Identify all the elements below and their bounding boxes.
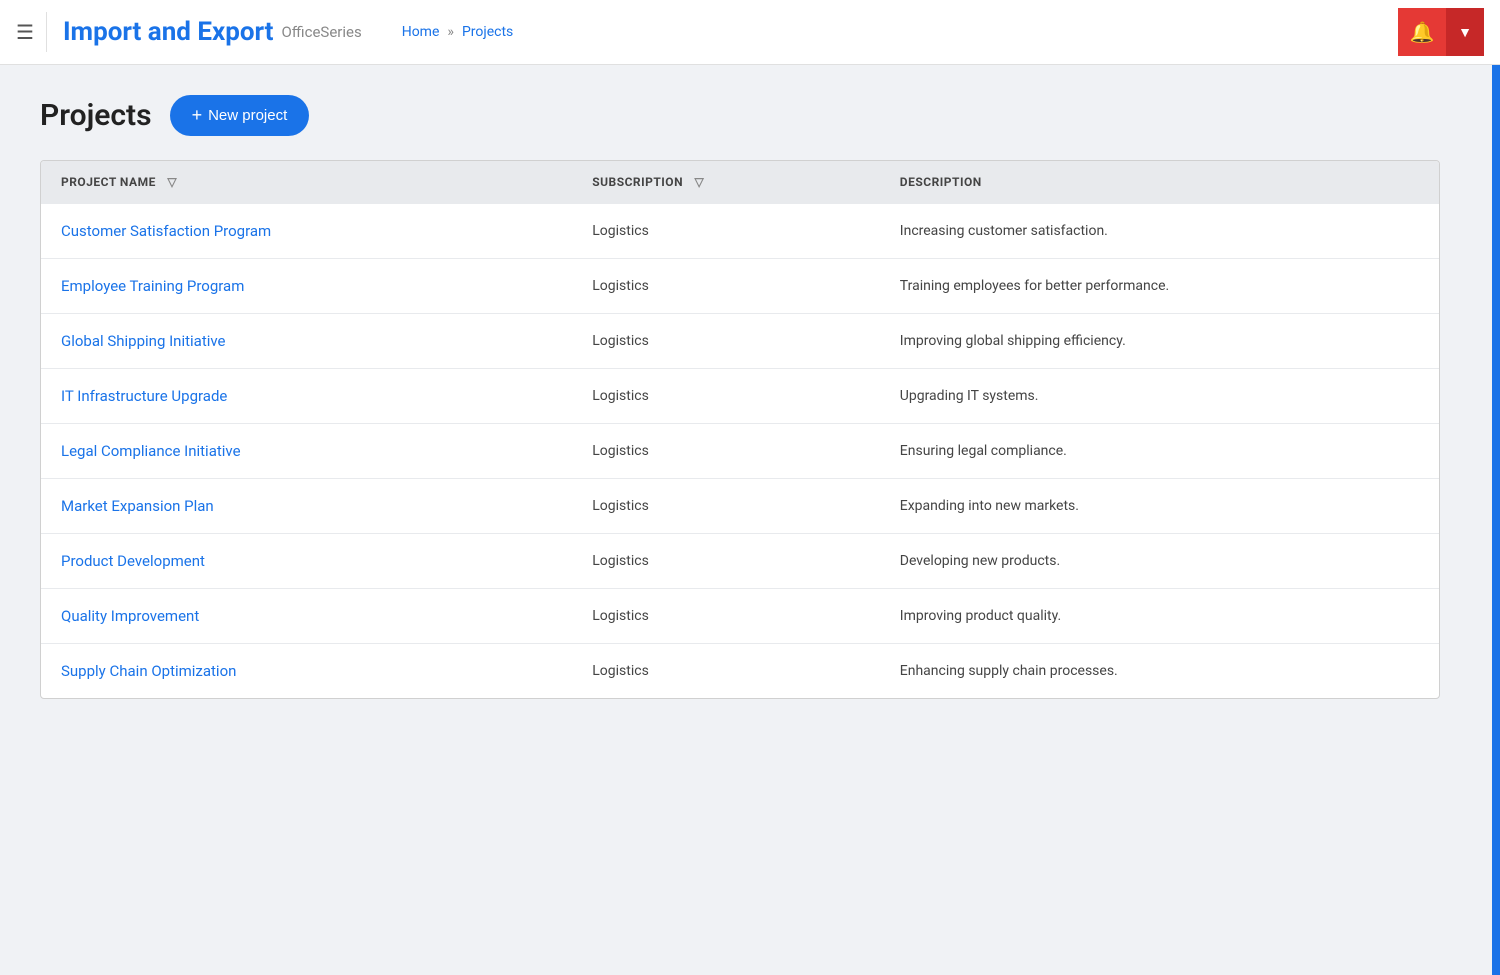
notifications-button[interactable]: 🔔 [1398,8,1446,56]
project-name-link[interactable]: Supply Chain Optimization [61,662,236,680]
new-project-label: New project [208,107,287,124]
project-name-link[interactable]: Legal Compliance Initiative [61,442,241,460]
header-divider [46,12,47,52]
project-description-cell: Ensuring legal compliance. [880,424,1439,479]
app-header: ☰ Import and Export OfficeSeries Home » … [0,0,1500,65]
project-name-link[interactable]: Market Expansion Plan [61,497,214,515]
project-name-cell: Customer Satisfaction Program [41,204,572,259]
breadcrumb-home[interactable]: Home [402,24,440,40]
hamburger-menu-icon[interactable]: ☰ [16,22,34,42]
table-row: IT Infrastructure Upgrade Logistics Upgr… [41,369,1439,424]
bell-icon: 🔔 [1410,20,1435,45]
header-actions: 🔔 ▼ [1398,8,1484,56]
table-header: PROJECT NAME ▽ SUBSCRIPTION ▽ DESCRIPTIO… [41,161,1439,204]
table-row: Legal Compliance Initiative Logistics En… [41,424,1439,479]
user-dropdown-button[interactable]: ▼ [1446,8,1484,56]
col-header-name[interactable]: PROJECT NAME ▽ [41,161,572,204]
project-description-cell: Developing new products. [880,534,1439,589]
projects-table-container: PROJECT NAME ▽ SUBSCRIPTION ▽ DESCRIPTIO… [40,160,1440,699]
app-subtitle: OfficeSeries [281,23,361,41]
table-body: Customer Satisfaction Program Logistics … [41,204,1439,699]
col-header-subscription[interactable]: SUBSCRIPTION ▽ [572,161,880,204]
project-name-link[interactable]: Employee Training Program [61,277,244,295]
new-project-button[interactable]: + New project [170,95,310,136]
project-description-cell: Improving global shipping efficiency. [880,314,1439,369]
project-name-cell: Market Expansion Plan [41,479,572,534]
breadcrumb: Home » Projects [402,24,514,40]
project-description-cell: Expanding into new markets. [880,479,1439,534]
projects-table: PROJECT NAME ▽ SUBSCRIPTION ▽ DESCRIPTIO… [41,161,1439,698]
col-header-description: DESCRIPTION [880,161,1439,204]
project-subscription-cell: Logistics [572,314,880,369]
main-content: Projects + New project PROJECT NAME ▽ SU… [0,65,1500,729]
table-row: Market Expansion Plan Logistics Expandin… [41,479,1439,534]
project-description-cell: Upgrading IT systems. [880,369,1439,424]
table-row: Employee Training Program Logistics Trai… [41,259,1439,314]
project-name-link[interactable]: Global Shipping Initiative [61,332,226,350]
project-description-cell: Training employees for better performanc… [880,259,1439,314]
page-header: Projects + New project [40,95,1460,136]
plus-icon: + [192,105,203,126]
project-subscription-cell: Logistics [572,204,880,259]
filter-subscription-icon[interactable]: ▽ [695,175,705,189]
page-title: Projects [40,98,152,133]
project-subscription-cell: Logistics [572,644,880,699]
filter-name-icon[interactable]: ▽ [167,175,177,189]
project-name-link[interactable]: Quality Improvement [61,607,199,625]
project-name-link[interactable]: Product Development [61,552,205,570]
project-subscription-cell: Logistics [572,589,880,644]
project-name-cell: Legal Compliance Initiative [41,424,572,479]
project-subscription-cell: Logistics [572,534,880,589]
project-name-cell: IT Infrastructure Upgrade [41,369,572,424]
table-row: Global Shipping Initiative Logistics Imp… [41,314,1439,369]
breadcrumb-separator: » [447,24,454,40]
project-name-cell: Product Development [41,534,572,589]
table-row: Customer Satisfaction Program Logistics … [41,204,1439,259]
project-subscription-cell: Logistics [572,259,880,314]
chevron-down-icon: ▼ [1458,24,1472,40]
project-name-cell: Employee Training Program [41,259,572,314]
project-description-cell: Enhancing supply chain processes. [880,644,1439,699]
table-row: Product Development Logistics Developing… [41,534,1439,589]
project-name-cell: Quality Improvement [41,589,572,644]
project-name-cell: Global Shipping Initiative [41,314,572,369]
table-row: Quality Improvement Logistics Improving … [41,589,1439,644]
project-description-cell: Improving product quality. [880,589,1439,644]
project-subscription-cell: Logistics [572,424,880,479]
project-name-link[interactable]: Customer Satisfaction Program [61,222,271,240]
project-subscription-cell: Logistics [572,369,880,424]
app-title: Import and Export [63,17,274,47]
project-name-cell: Supply Chain Optimization [41,644,572,699]
project-description-cell: Increasing customer satisfaction. [880,204,1439,259]
project-subscription-cell: Logistics [572,479,880,534]
breadcrumb-current[interactable]: Projects [462,24,513,40]
table-row: Supply Chain Optimization Logistics Enha… [41,644,1439,699]
project-name-link[interactable]: IT Infrastructure Upgrade [61,387,227,405]
scrollbar-accent [1492,65,1500,975]
